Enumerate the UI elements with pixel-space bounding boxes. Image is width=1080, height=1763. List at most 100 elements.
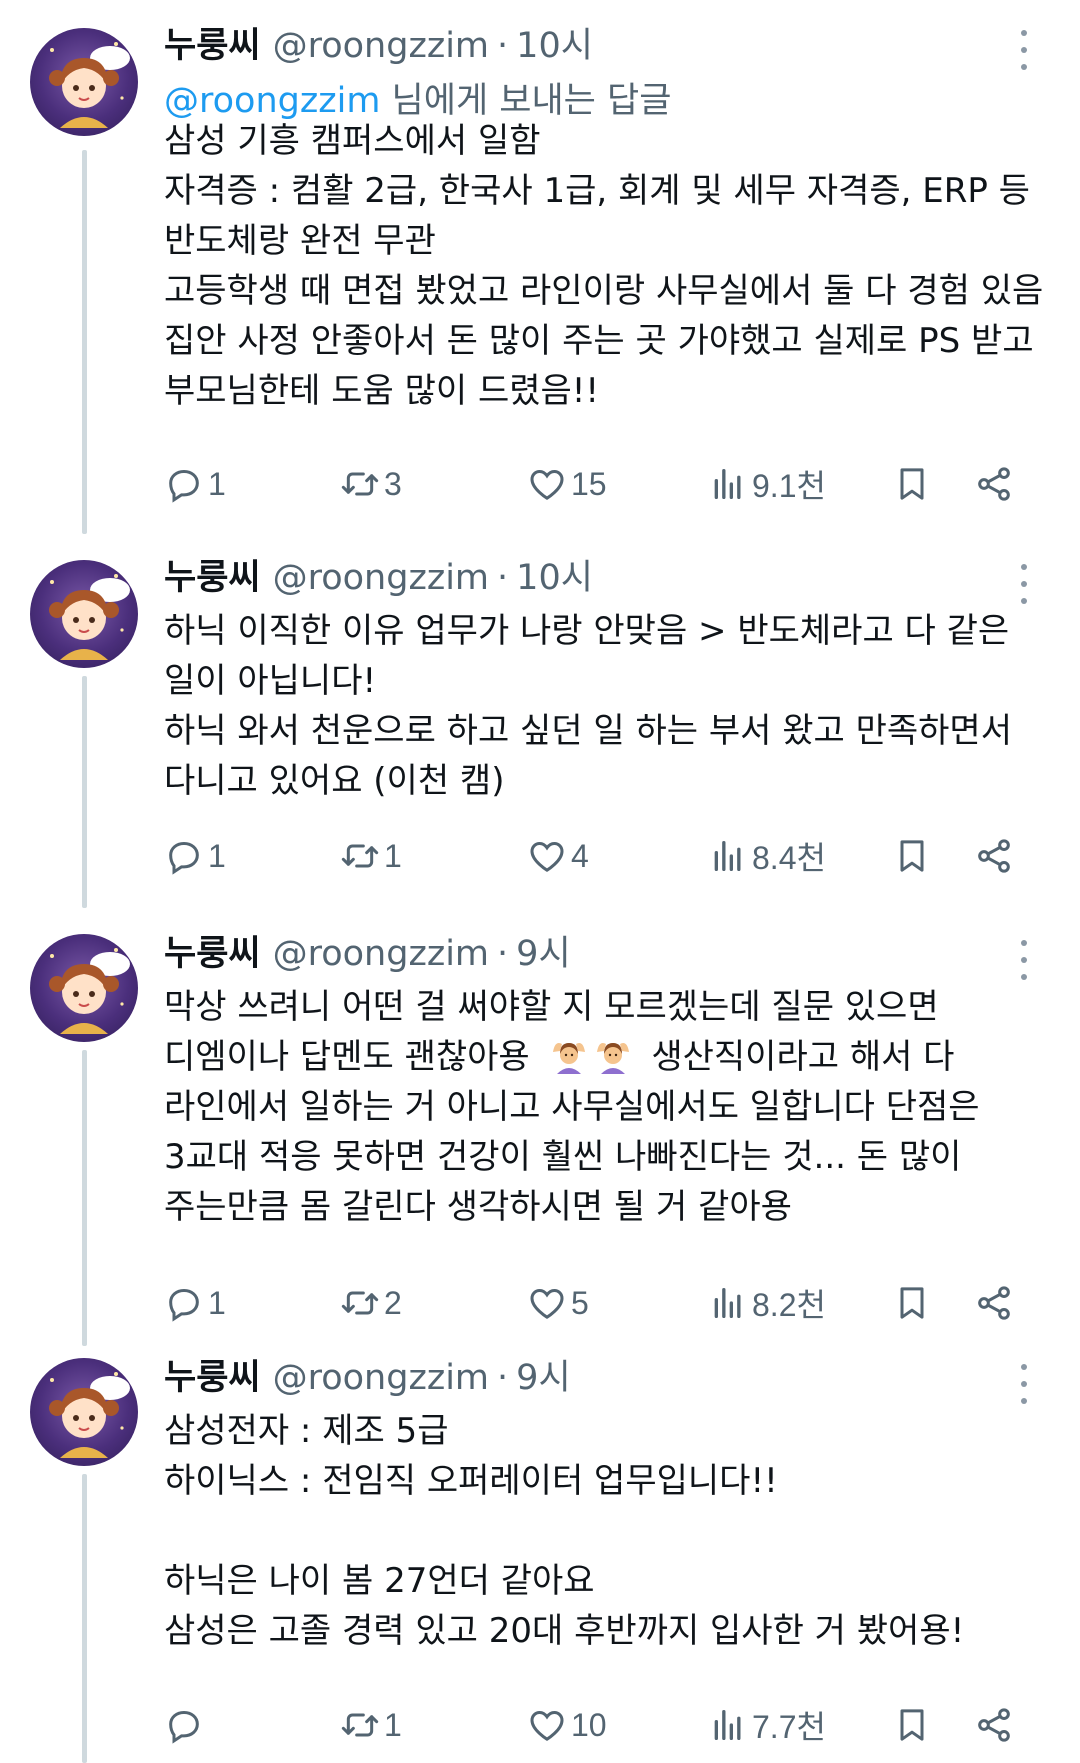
tweet-text-line: 고등학생 때 면접 봤었고 라인이랑 사무실에서 둘 다 경험 있음 bbox=[164, 271, 1044, 311]
bookmark-button[interactable] bbox=[892, 1278, 932, 1328]
share-icon bbox=[978, 1286, 1010, 1320]
display-name[interactable]: 누룽씨 bbox=[164, 24, 261, 68]
more-dots-icon[interactable] bbox=[1014, 564, 1034, 604]
retweet-icon bbox=[341, 1713, 379, 1737]
reply-button[interactable]: 1 bbox=[164, 459, 226, 509]
user-handle[interactable]: @roongzzim bbox=[273, 24, 489, 68]
avatar[interactable] bbox=[30, 560, 138, 668]
share-icon bbox=[978, 1708, 1010, 1742]
tweet[interactable]: 누룽씨 @roongzzim · 10시 하닉 이직한 이유 업무가 나랑 안맞… bbox=[0, 530, 1080, 898]
tweet-text-line: 다니고 있어요 (이천 캠) bbox=[164, 761, 505, 801]
share-button[interactable] bbox=[974, 1278, 1014, 1328]
tweet-text-segment: 디엠이나 답멘도 괜찮아용 bbox=[164, 1037, 530, 1077]
separator-dot: · bbox=[497, 558, 509, 598]
tweet-actions: 1 3 15 9.1천 bbox=[164, 459, 1044, 509]
retweet-icon bbox=[341, 844, 379, 868]
tweet-header: 누룽씨 @roongzzim · 10시 bbox=[164, 24, 593, 68]
tweet-text-line: 주는만큼 몸 갈린다 생각하시면 될 거 같아용 bbox=[164, 1187, 792, 1227]
timestamp[interactable]: 9시 bbox=[516, 1356, 570, 1400]
view-count: 7.7천 bbox=[752, 1709, 826, 1745]
tweet-text-line: 라인에서 일하는 거 아니고 사무실에서도 일합니다 단점은 bbox=[164, 1087, 980, 1127]
avatar-image bbox=[49, 1372, 130, 1458]
tweet-text: 삼성 기흥 캠퍼스에서 일함 자격증 : 컴활 2급, 한국사 1급, 회계 및… bbox=[164, 116, 1044, 416]
reply-button[interactable]: 1 bbox=[164, 1278, 226, 1328]
retweet-icon bbox=[341, 1291, 379, 1315]
view-count: 8.4천 bbox=[752, 840, 826, 876]
avatar-image bbox=[49, 574, 130, 660]
share-icon bbox=[978, 839, 1010, 873]
bookmark-icon bbox=[900, 840, 924, 872]
avatar[interactable] bbox=[30, 1358, 138, 1466]
timestamp[interactable]: 10시 bbox=[516, 24, 593, 68]
like-button[interactable]: 10 bbox=[527, 1700, 607, 1750]
like-button[interactable]: 5 bbox=[527, 1278, 589, 1328]
heart-icon bbox=[530, 1288, 564, 1319]
retweet-button[interactable]: 1 bbox=[340, 831, 402, 881]
views-chart-icon bbox=[714, 841, 741, 871]
heart-icon bbox=[530, 841, 564, 872]
like-button[interactable]: 4 bbox=[527, 831, 589, 881]
display-name[interactable]: 누룽씨 bbox=[164, 932, 261, 976]
person-gesturing-ok-emoji bbox=[552, 1043, 585, 1074]
view-count: 8.2천 bbox=[752, 1287, 826, 1323]
tweet-text-line: 삼성은 고졸 경력 있고 20대 후반까지 입사한 거 봤어용! bbox=[164, 1611, 965, 1651]
views-button[interactable]: 7.7천 bbox=[708, 1700, 826, 1750]
reply-mention-link[interactable]: @roongzzim bbox=[164, 81, 380, 121]
tweet-text-line: 반도체랑 완전 무관 bbox=[164, 221, 436, 261]
views-button[interactable]: 8.2천 bbox=[708, 1278, 826, 1328]
tweet-text-line: 일이 아닙니다! bbox=[164, 661, 377, 701]
share-button[interactable] bbox=[974, 459, 1014, 509]
user-handle[interactable]: @roongzzim bbox=[273, 556, 489, 600]
bookmark-button[interactable] bbox=[892, 459, 932, 509]
tweet-text-line: 하닉은 나이 봄 27언더 같아요 bbox=[164, 1561, 595, 1601]
display-name[interactable]: 누룽씨 bbox=[164, 1356, 261, 1400]
reply-icon bbox=[169, 1710, 199, 1744]
views-button[interactable]: 9.1천 bbox=[708, 459, 826, 509]
timestamp[interactable]: 9시 bbox=[516, 932, 570, 976]
retweet-button[interactable]: 3 bbox=[340, 459, 402, 509]
tweet[interactable]: 누룽씨 @roongzzim · 9시 막상 쓰려니 어떤 걸 써야할 지 모르… bbox=[0, 904, 1080, 1330]
tweet[interactable]: 누룽씨 @roongzzim · 10시 @roongzzim 님에게 보내는 … bbox=[0, 0, 1080, 530]
tweet-text: 하닉 이직한 이유 업무가 나랑 안맞음 > 반도체라고 다 같은 일이 아닙니… bbox=[164, 606, 1044, 806]
retweet-count: 1 bbox=[384, 1706, 402, 1743]
bookmark-button[interactable] bbox=[892, 831, 932, 881]
retweet-button[interactable]: 2 bbox=[340, 1278, 402, 1328]
like-count: 15 bbox=[571, 465, 607, 502]
avatar-image bbox=[49, 42, 130, 128]
tweet-text-line: 하닉 이직한 이유 업무가 나랑 안맞음 > 반도체라고 다 같은 bbox=[164, 611, 1010, 651]
tweet-text-line bbox=[164, 1506, 1044, 1556]
timestamp[interactable]: 10시 bbox=[516, 556, 593, 600]
tweet-header: 누룽씨 @roongzzim · 10시 bbox=[164, 556, 593, 600]
share-button[interactable] bbox=[974, 1700, 1014, 1750]
share-button[interactable] bbox=[974, 831, 1014, 881]
views-chart-icon bbox=[714, 1710, 741, 1740]
views-button[interactable]: 8.4천 bbox=[708, 831, 826, 881]
tweet-text-line: 부모님한테 도움 많이 드렸음!! bbox=[164, 371, 600, 411]
avatar[interactable] bbox=[30, 934, 138, 1042]
display-name[interactable]: 누룽씨 bbox=[164, 556, 261, 600]
user-handle[interactable]: @roongzzim bbox=[273, 1356, 489, 1400]
retweet-count: 2 bbox=[384, 1284, 402, 1321]
retweet-button[interactable]: 1 bbox=[340, 1700, 402, 1750]
reply-button[interactable] bbox=[164, 1700, 208, 1750]
views-chart-icon bbox=[714, 469, 741, 499]
views-chart-icon bbox=[714, 1288, 741, 1318]
avatar[interactable] bbox=[30, 28, 138, 136]
bookmark-icon bbox=[900, 1287, 924, 1319]
person-gesturing-ok-emoji bbox=[596, 1043, 629, 1074]
like-button[interactable]: 15 bbox=[527, 459, 607, 509]
tweet-header: 누룽씨 @roongzzim · 9시 bbox=[164, 932, 571, 976]
bookmark-button[interactable] bbox=[892, 1700, 932, 1750]
user-handle[interactable]: @roongzzim bbox=[273, 932, 489, 976]
tweet[interactable]: 누룽씨 @roongzzim · 9시 삼성전자 : 제조 5급 하이닉스 : … bbox=[0, 1328, 1080, 1763]
tweet-text-line: 3교대 적응 못하면 건강이 훨씬 나빠진다는 것... 돈 많이 bbox=[164, 1137, 962, 1177]
more-dots-icon[interactable] bbox=[1014, 1364, 1034, 1404]
more-dots-icon[interactable] bbox=[1014, 940, 1034, 980]
more-dots-icon[interactable] bbox=[1014, 30, 1034, 70]
share-icon bbox=[978, 467, 1010, 501]
heart-icon bbox=[530, 469, 564, 500]
tweet-actions: 1 2 5 8.2천 bbox=[164, 1278, 1044, 1328]
tweet-actions: 1 1 4 8.4천 bbox=[164, 831, 1044, 881]
reply-button[interactable]: 1 bbox=[164, 831, 226, 881]
bookmark-icon bbox=[900, 1709, 924, 1741]
